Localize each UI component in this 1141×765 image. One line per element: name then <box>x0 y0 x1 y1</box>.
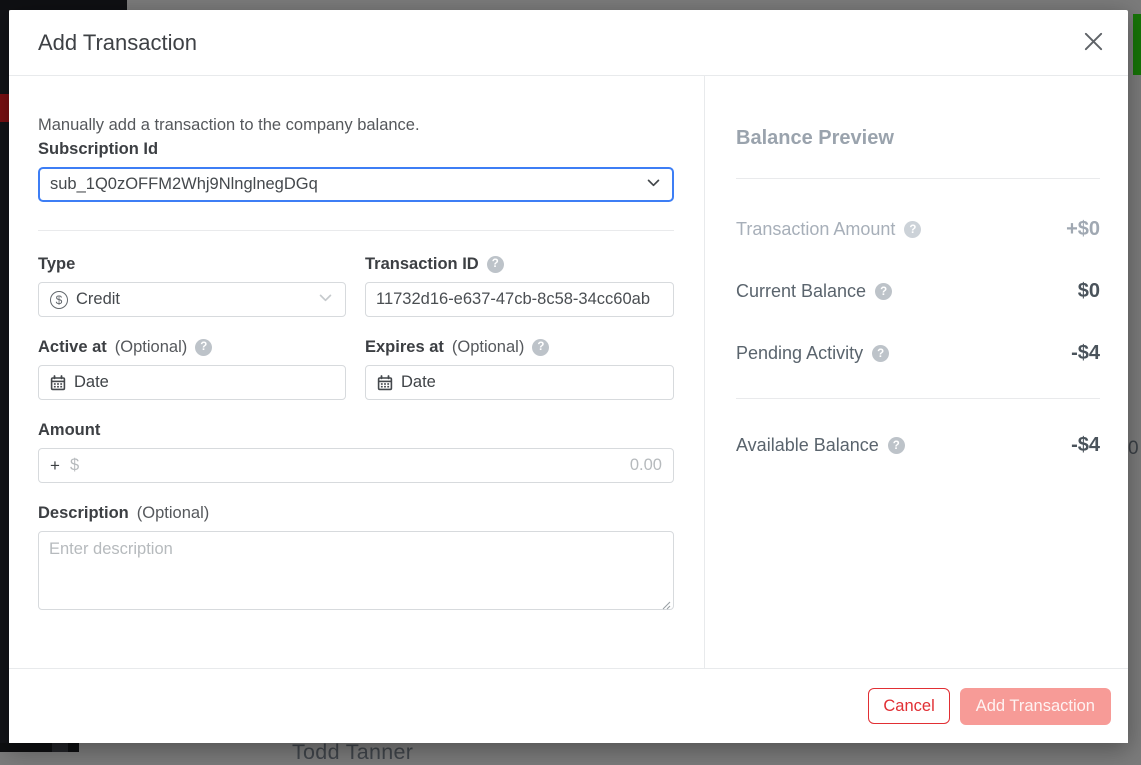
modal-footer: Cancel Add Transaction <box>9 668 1128 743</box>
help-icon[interactable]: ? <box>487 256 504 273</box>
chevron-down-icon <box>317 289 334 311</box>
background-sidebar-active-item <box>0 94 9 122</box>
modal-body: Manually add a transaction to the compan… <box>9 76 1128 668</box>
type-select[interactable]: $ Credit <box>38 282 346 317</box>
description-textarea[interactable] <box>38 531 674 610</box>
preview-divider <box>736 398 1100 399</box>
currency-symbol: $ <box>70 456 79 475</box>
current-balance-row: Current Balance ? $0 <box>736 280 1100 303</box>
background-count-badge: 0 <box>1128 437 1141 461</box>
active-at-label: Active at (Optional) ? <box>38 338 346 357</box>
preview-divider <box>736 178 1100 179</box>
screen: { "modal": { "title": "Add Transaction",… <box>0 0 1141 752</box>
date-placeholder: Date <box>401 373 436 392</box>
transaction-amount-row: Transaction Amount ? +$0 <box>736 218 1100 241</box>
cancel-button[interactable]: Cancel <box>868 688 949 724</box>
help-icon[interactable]: ? <box>195 339 212 356</box>
balance-preview-panel: Balance Preview Transaction Amount ? +$0… <box>704 76 1128 668</box>
transaction-amount-label: Transaction Amount ? <box>736 219 921 240</box>
pending-activity-value: -$4 <box>1071 342 1100 365</box>
close-icon <box>1082 30 1105 56</box>
pending-activity-label: Pending Activity ? <box>736 343 889 364</box>
current-balance-value: $0 <box>1078 280 1100 303</box>
transaction-amount-value: +$0 <box>1066 218 1100 241</box>
help-icon[interactable]: ? <box>875 283 892 300</box>
form-divider <box>38 230 674 231</box>
current-balance-label: Current Balance ? <box>736 281 892 302</box>
close-button[interactable] <box>1078 28 1108 58</box>
dollar-circle-icon: $ <box>50 291 68 309</box>
modal-title: Add Transaction <box>38 30 197 56</box>
subscription-id-select[interactable]: sub_1Q0zOFFM2Whj9NlnglnegDGq <box>38 167 674 202</box>
amount-placeholder: 0.00 <box>630 456 662 475</box>
description-label: Description (Optional) <box>38 504 674 523</box>
transaction-id-input[interactable] <box>365 282 674 317</box>
amount-label: Amount <box>38 421 674 440</box>
form-panel: Manually add a transaction to the compan… <box>9 76 704 668</box>
expires-at-date-input[interactable]: Date <box>365 365 674 400</box>
calendar-icon <box>377 375 393 391</box>
active-at-date-input[interactable]: Date <box>38 365 346 400</box>
background-page-heading: Todd Tanner <box>292 740 413 765</box>
type-label: Type <box>38 255 346 274</box>
expires-at-label: Expires at (Optional) ? <box>365 338 674 357</box>
available-balance-label: Available Balance ? <box>736 435 905 456</box>
chevron-down-icon <box>645 174 662 196</box>
add-transaction-button[interactable]: Add Transaction <box>960 688 1111 725</box>
background-green-button-edge <box>1133 14 1141 75</box>
type-value: Credit <box>76 290 120 309</box>
form-intro-text: Manually add a transaction to the compan… <box>38 116 674 135</box>
date-placeholder: Date <box>74 373 109 392</box>
balance-preview-title: Balance Preview <box>736 127 1100 150</box>
available-balance-row: Available Balance ? -$4 <box>736 434 1100 457</box>
plus-icon: + <box>50 456 60 476</box>
transaction-id-label: Transaction ID ? <box>365 255 674 274</box>
available-balance-value: -$4 <box>1071 434 1100 457</box>
calendar-icon <box>50 375 66 391</box>
subscription-id-value: sub_1Q0zOFFM2Whj9NlnglnegDGq <box>50 175 318 194</box>
amount-input[interactable]: + $ 0.00 <box>38 448 674 483</box>
help-icon[interactable]: ? <box>888 437 905 454</box>
add-transaction-modal: Add Transaction Manually add a transacti… <box>9 10 1128 743</box>
background-sidebar-bottom-item <box>52 743 68 752</box>
help-icon[interactable]: ? <box>904 221 921 238</box>
modal-header: Add Transaction <box>9 10 1128 76</box>
pending-activity-row: Pending Activity ? -$4 <box>736 342 1100 365</box>
help-icon[interactable]: ? <box>532 339 549 356</box>
help-icon[interactable]: ? <box>872 345 889 362</box>
subscription-id-label: Subscription Id <box>38 140 674 159</box>
background-topbar <box>0 0 127 10</box>
